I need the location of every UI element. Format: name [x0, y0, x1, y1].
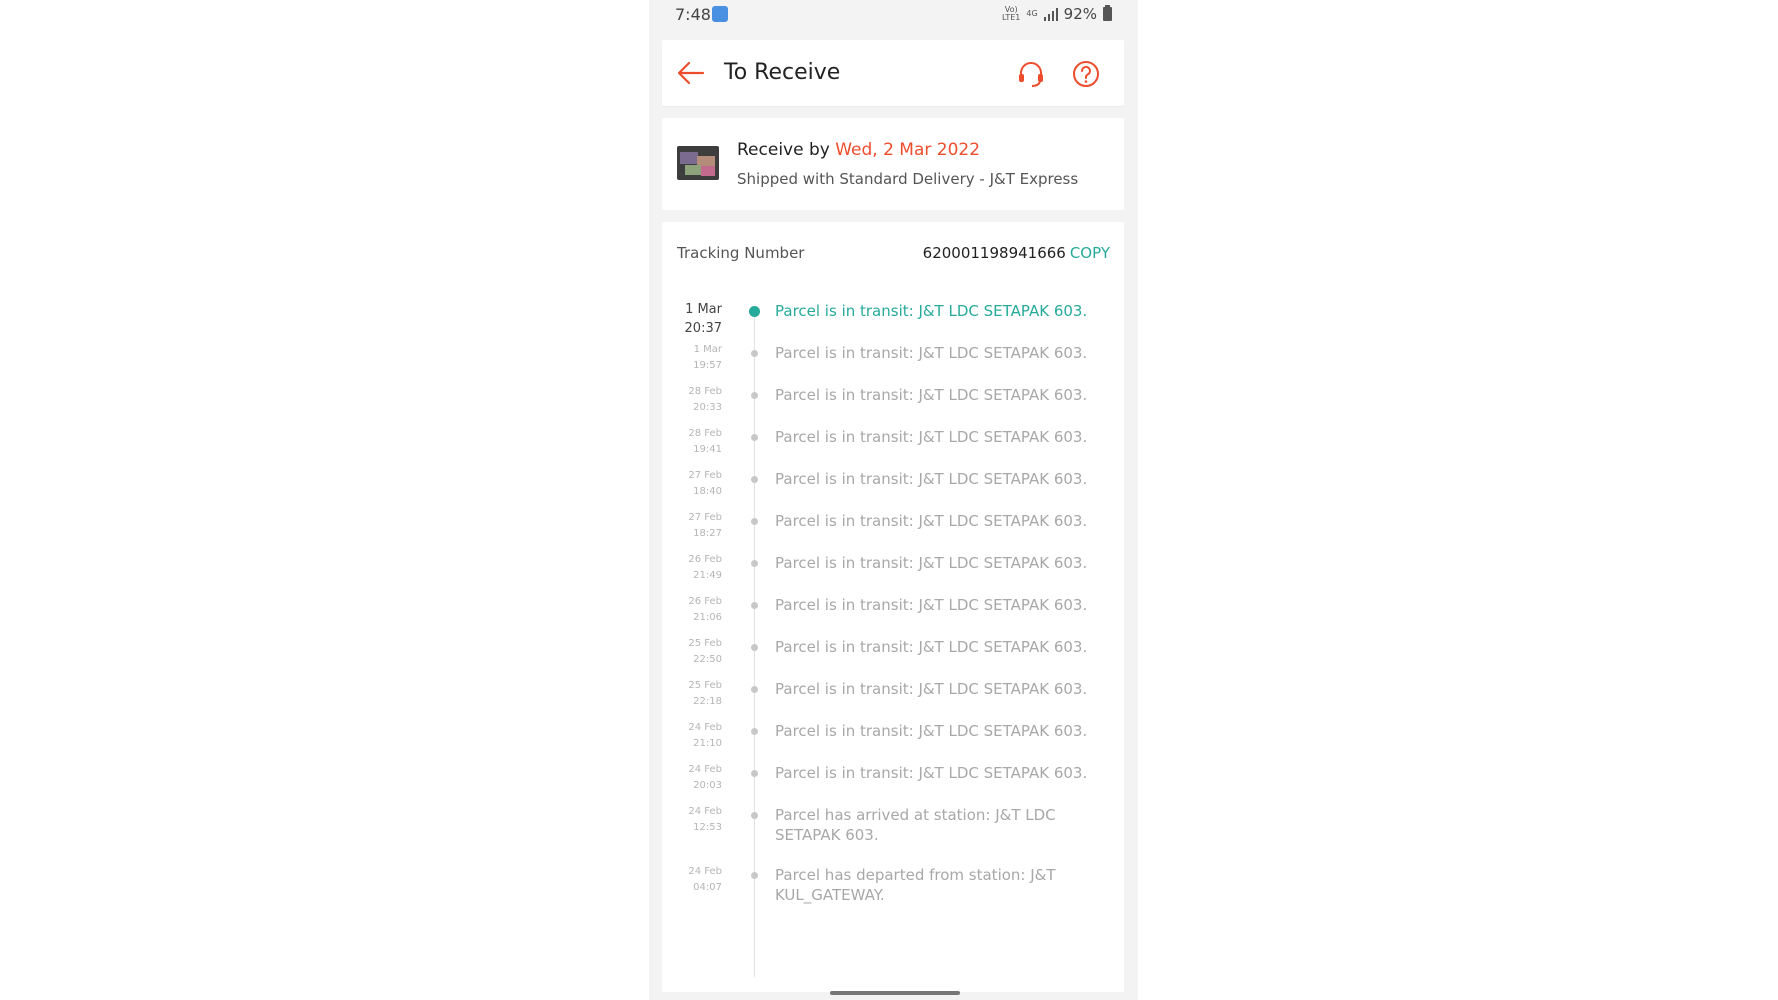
event-date: 26 Feb	[688, 554, 722, 565]
header-bar: To Receive	[662, 40, 1124, 106]
product-thumbnail	[677, 146, 719, 180]
receive-date: Wed, 2 Mar 2022	[835, 140, 981, 160]
tracking-card: Tracking Number 620001198941666 COPY 1 Ma…	[662, 222, 1124, 992]
event-dot	[751, 770, 758, 777]
event-date: 1 Mar	[685, 302, 722, 317]
home-indicator[interactable]	[830, 991, 960, 995]
event-dot	[751, 728, 758, 735]
event-time: 22:50	[693, 654, 722, 665]
event-description: Parcel is in transit: J&T LDC SETAPAK 60…	[775, 596, 1088, 614]
app-notification-icon	[712, 6, 728, 22]
event-time: 18:40	[693, 486, 722, 497]
event-time: 21:10	[693, 738, 722, 749]
event-date: 27 Feb	[688, 470, 722, 481]
event-dot	[751, 434, 758, 441]
event-time: 19:41	[693, 444, 722, 455]
event-description: Parcel is in transit: J&T LDC SETAPAK 60…	[775, 638, 1088, 656]
status-bar: 7:48 Vo) LTE1 4G 92%	[649, 0, 1138, 30]
event-datetime: 28 Feb 20:33	[662, 384, 722, 416]
event-description: Parcel is in transit: J&T LDC SETAPAK 60…	[775, 344, 1088, 362]
status-time: 7:48	[675, 5, 711, 24]
battery-icon	[1103, 5, 1112, 21]
event-dot	[751, 518, 758, 525]
headset-icon	[1019, 62, 1043, 87]
phone-screen: 7:48 Vo) LTE1 4G 92% To Receive Receive …	[649, 0, 1138, 1000]
event-datetime: 27 Feb 18:27	[662, 510, 722, 542]
status-indicators: Vo) LTE1 4G 92%	[1002, 5, 1112, 23]
event-dot	[751, 644, 758, 651]
event-date: 25 Feb	[688, 680, 722, 691]
receive-by-line: Receive by Wed, 2 Mar 2022	[737, 140, 981, 160]
copy-button[interactable]: COPY	[1070, 244, 1110, 262]
page-title: To Receive	[724, 60, 841, 85]
event-dot	[751, 602, 758, 609]
support-button[interactable]	[1016, 59, 1046, 89]
delivery-estimate-card: Receive by Wed, 2 Mar 2022 Shipped with …	[662, 118, 1124, 210]
event-date: 1 Mar	[693, 344, 722, 355]
event-description: Parcel is in transit: J&T LDC SETAPAK 60…	[775, 554, 1088, 572]
event-datetime: 24 Feb 21:10	[662, 720, 722, 752]
help-circle-icon	[1073, 61, 1099, 87]
event-date: 27 Feb	[688, 512, 722, 523]
event-date: 24 Feb	[688, 764, 722, 775]
event-datetime: 26 Feb 21:06	[662, 594, 722, 626]
event-datetime: 1 Mar 19:57	[662, 342, 722, 374]
tracking-number: 620001198941666 COPY	[923, 244, 1110, 262]
event-datetime: 24 Feb 12:53	[662, 804, 722, 836]
event-date: 24 Feb	[688, 722, 722, 733]
event-description: Parcel is in transit: J&T LDC SETAPAK 60…	[775, 428, 1088, 446]
event-date: 26 Feb	[688, 596, 722, 607]
event-datetime: 1 Mar 20:37	[662, 300, 722, 338]
event-time: 20:37	[684, 321, 722, 336]
shipping-method: Shipped with Standard Delivery - J&T Exp…	[737, 170, 1079, 188]
back-button[interactable]	[676, 59, 706, 87]
event-description: Parcel is in transit: J&T LDC SETAPAK 60…	[775, 302, 1088, 320]
tracking-number-value: 620001198941666	[922, 244, 1066, 262]
battery-percent: 92%	[1063, 5, 1097, 23]
event-time: 04:07	[693, 882, 722, 893]
event-date: 25 Feb	[688, 638, 722, 649]
event-dot	[751, 560, 758, 567]
event-datetime: 25 Feb 22:50	[662, 636, 722, 668]
event-dot	[751, 350, 758, 357]
event-time: 19:57	[693, 360, 722, 371]
event-time: 18:27	[693, 528, 722, 539]
event-description: Parcel is in transit: J&T LDC SETAPAK 60…	[775, 512, 1088, 530]
event-description: Parcel has departed from station: J&T KU…	[775, 866, 1056, 904]
event-dot	[751, 476, 758, 483]
event-dot	[751, 686, 758, 693]
event-dot	[751, 812, 758, 819]
signal-icon	[1043, 7, 1058, 21]
event-date: 28 Feb	[688, 428, 722, 439]
event-date: 24 Feb	[688, 806, 722, 817]
event-description: Parcel is in transit: J&T LDC SETAPAK 60…	[775, 470, 1088, 488]
event-date: 28 Feb	[688, 386, 722, 397]
event-description: Parcel is in transit: J&T LDC SETAPAK 60…	[775, 764, 1088, 782]
event-datetime: 24 Feb 04:07	[662, 864, 722, 896]
event-time: 20:33	[693, 402, 722, 413]
event-time: 22:18	[693, 696, 722, 707]
event-datetime: 27 Feb 18:40	[662, 468, 722, 500]
event-date: 24 Feb	[688, 866, 722, 877]
event-datetime: 25 Feb 22:18	[662, 678, 722, 710]
event-time: 21:06	[693, 612, 722, 623]
network-type-indicator: 4G	[1026, 9, 1038, 18]
back-arrow-icon	[677, 61, 705, 85]
volte-indicator: Vo) LTE1	[1001, 5, 1021, 22]
event-time: 12:53	[693, 822, 722, 833]
event-description: Parcel is in transit: J&T LDC SETAPAK 60…	[775, 722, 1088, 740]
event-time: 21:49	[693, 570, 722, 581]
event-dot	[751, 392, 758, 399]
event-datetime: 28 Feb 19:41	[662, 426, 722, 458]
event-description: Parcel is in transit: J&T LDC SETAPAK 60…	[775, 680, 1088, 698]
event-description: Parcel has arrived at station: J&T LDC S…	[775, 806, 1056, 844]
event-datetime: 24 Feb 20:03	[662, 762, 722, 794]
event-dot	[749, 306, 760, 317]
event-datetime: 26 Feb 21:49	[662, 552, 722, 584]
event-dot	[751, 872, 758, 879]
event-description: Parcel is in transit: J&T LDC SETAPAK 60…	[775, 386, 1088, 404]
tracking-number-label: Tracking Number	[677, 244, 805, 262]
event-time: 20:03	[693, 780, 722, 791]
help-button[interactable]	[1071, 59, 1101, 89]
